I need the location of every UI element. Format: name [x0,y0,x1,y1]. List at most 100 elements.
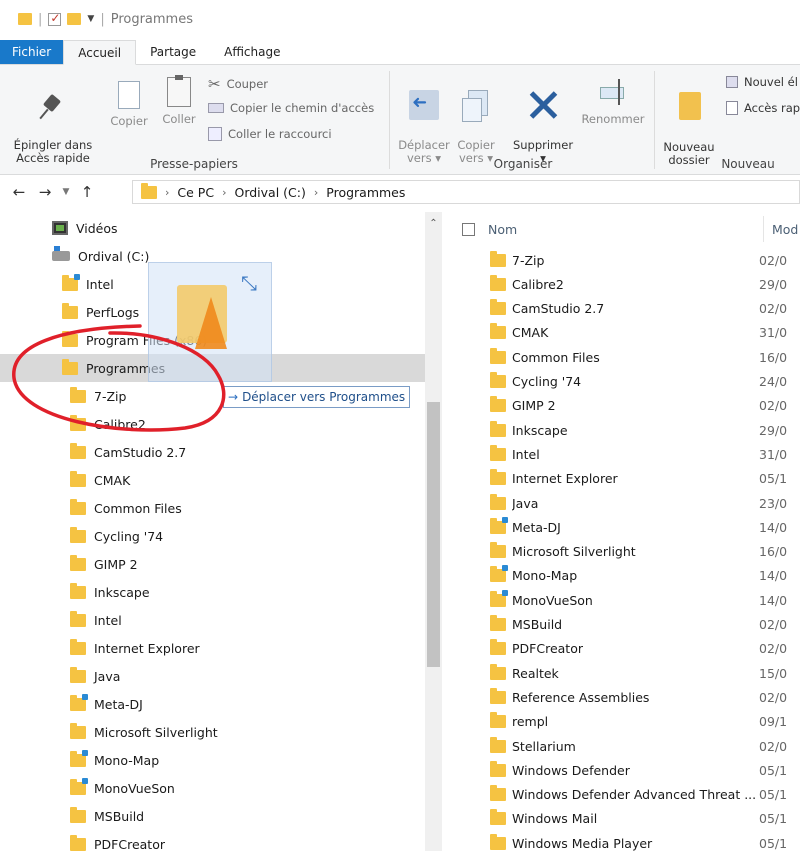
folder-icon [490,420,506,437]
group-label-nouveau: Nouveau [721,157,775,171]
tree-item[interactable]: Meta-DJ [0,690,425,718]
properties-icon[interactable] [48,11,62,26]
paste-button[interactable]: Coller [156,75,202,126]
file-row[interactable]: Cycling '74 24/0 [446,370,800,394]
folder-icon[interactable] [18,13,32,25]
tab-affichage[interactable]: Affichage [210,40,294,64]
up-icon[interactable]: ↑ [74,183,100,201]
tree-item[interactable]: Calibre2 [0,410,425,438]
file-row[interactable]: GIMP 2 02/0 [446,394,800,418]
pin-quick-access-button[interactable]: Épingler dans Accès rapide [0,81,106,165]
breadcrumb-ce-pc[interactable]: Ce PC [177,185,214,200]
copy-to-button[interactable]: Copier vers ▾ [452,77,500,165]
easy-access-button[interactable]: Accès rap [726,101,800,115]
breadcrumb-chevron-icon[interactable]: › [222,186,226,199]
file-row[interactable]: CMAK 31/0 [446,321,800,345]
recent-locations-icon[interactable]: ▼ [58,187,74,197]
breadcrumb-ordival[interactable]: Ordival (C:) [234,185,305,200]
move-to-button[interactable]: Déplacer vers ▾ [396,77,452,165]
breadcrumb-programmes[interactable]: Programmes [326,185,405,200]
file-modified-date: 29/0 [759,422,788,438]
column-header-modified[interactable]: Mod [772,222,798,237]
file-row[interactable]: Inkscape 29/0 [446,418,800,442]
new-item-button[interactable]: Nouvel él [726,75,798,89]
file-modified-date: 16/0 [759,544,788,560]
chevron-down-icon[interactable]: ▼ [87,14,94,24]
file-row[interactable]: MSBuild 02/0 [446,613,800,637]
tree-item[interactable]: Mono-Map [0,746,425,774]
back-icon[interactable]: ← [6,183,32,201]
folder-icon [70,806,86,823]
group-label-organiser: Organiser [493,157,553,171]
file-name: Microsoft Silverlight [512,544,636,560]
drag-tooltip-label: Déplacer vers Programmes [242,390,406,404]
tree-item[interactable]: Vidéos [0,214,425,242]
file-row[interactable]: Java 23/0 [446,491,800,515]
tree-item[interactable]: MSBuild [0,802,425,830]
delete-button[interactable]: Supprimer ▾ [506,77,580,165]
copy-path-button[interactable]: Copier le chemin d'accès [208,101,374,115]
file-row[interactable]: Internet Explorer 05/1 [446,467,800,491]
file-row[interactable]: Windows Defender 05/1 [446,758,800,782]
file-row[interactable]: CamStudio 2.7 02/0 [446,297,800,321]
tree-item[interactable]: Java [0,662,425,690]
new-folder-icon[interactable] [67,13,82,25]
file-row[interactable]: Intel 31/0 [446,442,800,466]
file-row[interactable]: Meta-DJ 14/0 [446,515,800,539]
paste-shortcut-button[interactable]: Coller le raccourci [208,127,332,141]
file-modified-date: 24/0 [759,374,788,389]
tree-item-label: Inkscape [94,584,150,600]
tree-item[interactable]: Inkscape [0,578,425,606]
file-row[interactable]: Windows Defender Advanced Threat ... 05/1 [446,783,800,807]
tree-item[interactable]: Microsoft Silverlight [0,718,425,746]
scrollbar-thumb[interactable] [427,402,440,667]
tree-item[interactable]: Cycling '74 [0,522,425,550]
file-row[interactable]: Windows Mail 05/1 [446,807,800,831]
cut-button[interactable]: ✂ Couper [208,75,268,93]
column-divider[interactable] [763,216,764,242]
copy-button[interactable]: Copier [106,78,152,128]
folder-icon [70,386,86,403]
file-row[interactable]: PDFCreator 02/0 [446,637,800,661]
tree-item[interactable]: CamStudio 2.7 [0,438,425,466]
tree-item-label: Common Files [94,500,182,516]
tree-item-label: CMAK [94,472,131,488]
file-row[interactable]: Windows Media Player 05/1 [446,831,800,851]
file-name: Mono-Map [512,568,578,584]
breadcrumb-chevron-icon[interactable]: › [165,186,169,199]
folder-icon [490,347,506,364]
tree-item-label: Intel [86,276,114,292]
folder-icon [490,542,506,559]
file-name: GIMP 2 [512,398,556,414]
file-row[interactable]: Reference Assemblies 02/0 [446,685,800,709]
scroll-up-icon[interactable]: ⌃ [425,218,442,234]
file-row[interactable]: Calibre2 29/0 [446,272,800,296]
tree-item[interactable]: MonoVueSon [0,774,425,802]
tree-item[interactable]: Intel [0,606,425,634]
file-row[interactable]: Stellarium 02/0 [446,734,800,758]
column-header-name[interactable]: Nom [488,222,517,237]
file-row[interactable]: MonoVueSon 14/0 [446,588,800,612]
breadcrumb-chevron-icon[interactable]: › [314,186,318,199]
tab-accueil[interactable]: Accueil [63,40,137,65]
file-row[interactable]: Microsoft Silverlight 16/0 [446,540,800,564]
tab-fichier[interactable]: Fichier [0,40,64,64]
file-row[interactable]: Common Files 16/0 [446,345,800,369]
file-row[interactable]: Mono-Map 14/0 [446,564,800,588]
file-row[interactable]: 7-Zip 02/0 [446,248,800,272]
rename-button[interactable]: Renommer [578,77,648,126]
select-all-checkbox[interactable] [462,222,475,236]
tree-item[interactable]: Internet Explorer [0,634,425,662]
tree-item[interactable]: Common Files [0,494,425,522]
file-row[interactable]: rempl 09/1 [446,710,800,734]
tree-item-label: Meta-DJ [94,696,143,712]
ribbon-divider [654,71,655,169]
address-bar[interactable]: › Ce PC › Ordival (C:) › Programmes [132,180,800,204]
tree-item[interactable]: CMAK [0,466,425,494]
forward-icon[interactable]: → [32,183,58,201]
file-row[interactable]: Realtek 15/0 [446,661,800,685]
tree-item[interactable]: GIMP 2 [0,550,425,578]
new-folder-button[interactable]: Nouveau dossier [658,75,720,167]
tab-partage[interactable]: Partage [136,40,210,64]
tree-item[interactable]: PDFCreator [0,830,425,851]
